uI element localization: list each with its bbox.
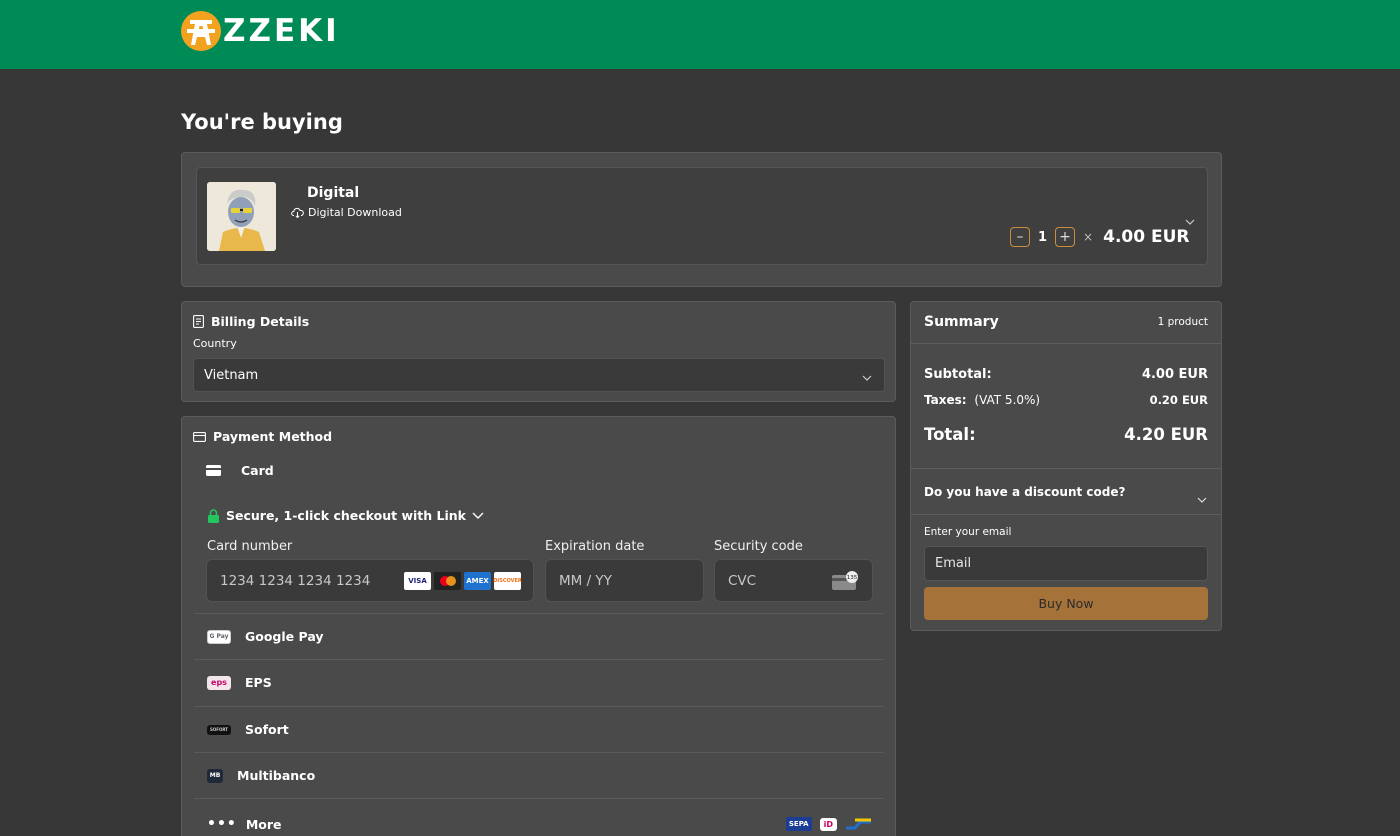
product-card[interactable]: Digital Digital Download – 1 + × 4.00 EU…: [196, 167, 1208, 265]
discover-icon: DISCOVER: [493, 572, 522, 590]
more-payment-methods-button[interactable]: ••• More: [207, 816, 282, 832]
unit-price: 4.00 EUR: [1103, 227, 1190, 247]
card-number-input[interactable]: 1234 1234 1234 1234 VISA AMEX DISCOVER: [206, 559, 534, 602]
sofort-icon: SOFORT: [207, 724, 231, 735]
quantity-value: 1: [1038, 229, 1048, 245]
card-label: Card: [241, 463, 274, 478]
chevron-down-icon: [472, 512, 484, 519]
country-select[interactable]: Vietnam: [193, 358, 885, 392]
product-count: 1 product: [1157, 316, 1208, 328]
lock-icon: [208, 508, 219, 523]
divider: [911, 514, 1221, 515]
sepa-icon: SEPA: [785, 817, 812, 831]
product-delivery: Digital Download: [291, 206, 402, 219]
google-pay-label: Google Pay: [245, 629, 324, 644]
card-number-label: Card number: [207, 539, 293, 554]
visa-icon: VISA: [404, 572, 431, 590]
page-title: You're buying: [181, 110, 343, 134]
expiry-label: Expiration date: [545, 539, 645, 554]
email-field[interactable]: Email: [924, 546, 1208, 581]
times-sign: ×: [1083, 230, 1094, 244]
subtotal-row: Subtotal: 4.00 EUR: [924, 367, 1208, 382]
discount-toggle[interactable]: Do you have a discount code?: [924, 485, 1125, 499]
summary-title: Summary: [924, 314, 999, 330]
subtotal-value: 4.00 EUR: [1141, 367, 1208, 382]
chevron-down-icon[interactable]: [1185, 210, 1195, 229]
cvc-label: Security code: [714, 539, 803, 554]
ideal-icon: iD: [819, 817, 837, 831]
brand-wordmark: ZZEKI: [223, 12, 340, 49]
email-label: Enter your email: [924, 526, 1012, 538]
logo-badge-icon: [181, 11, 221, 51]
increase-quantity-button[interactable]: +: [1055, 227, 1076, 247]
taxes-value: 0.20 EUR: [1149, 393, 1208, 407]
order-summary: Summary 1 product Subtotal: 4.00 EUR Tax…: [910, 301, 1222, 631]
mastercard-icon: [434, 572, 461, 590]
payment-section: Payment Method Card Secure, 1-click chec…: [181, 416, 896, 836]
product-section: Digital Digital Download – 1 + × 4.00 EU…: [181, 152, 1222, 287]
billing-heading: Billing Details: [193, 314, 309, 329]
product-name: Digital: [307, 185, 360, 201]
ellipsis-icon: •••: [207, 816, 237, 832]
credit-card-icon: [193, 431, 206, 442]
sofort-label: Sofort: [245, 722, 289, 737]
amex-icon: AMEX: [464, 572, 491, 590]
taxes-label: Taxes:: [924, 393, 967, 407]
cvc-input[interactable]: CVC 135: [714, 559, 873, 602]
payment-option-google-pay[interactable]: G Pay Google Pay: [194, 613, 884, 659]
link-checkout-toggle[interactable]: Secure, 1-click checkout with Link: [207, 508, 484, 523]
payment-option-card[interactable]: Card: [206, 463, 274, 478]
cvc-card-icon: 135: [832, 571, 859, 595]
payment-option-sofort[interactable]: SOFORT Sofort: [194, 706, 884, 752]
total-label: Total:: [924, 425, 976, 444]
more-label: More: [245, 816, 282, 832]
eps-icon: eps: [207, 675, 231, 690]
expiry-input[interactable]: MM / YY: [545, 559, 704, 602]
link-label: Secure, 1-click checkout with Link: [226, 508, 466, 523]
eps-label: EPS: [245, 675, 272, 690]
cvc-hint-text: 135: [847, 575, 858, 581]
google-pay-icon: G Pay: [207, 629, 231, 644]
payment-option-eps[interactable]: eps EPS: [194, 659, 884, 705]
brand-logo[interactable]: ZZEKI: [181, 9, 340, 53]
document-icon: [193, 315, 204, 328]
divider: [911, 343, 1221, 344]
billing-heading-text: Billing Details: [211, 314, 310, 329]
more-method-icons: SEPA iD: [785, 817, 872, 831]
taxes-detail: (VAT 5.0%): [974, 393, 1041, 407]
top-bar: ZZEKI: [0, 0, 1400, 69]
multibanco-icon: MB: [207, 768, 223, 783]
payment-option-multibanco[interactable]: MB Multibanco: [194, 752, 884, 798]
cloud-download-icon: [291, 207, 304, 218]
billing-section: Billing Details Country Vietnam: [181, 301, 896, 402]
expiry-placeholder: MM / YY: [559, 573, 612, 589]
subtotal-label: Subtotal:: [924, 367, 992, 382]
bancontact-icon: [846, 818, 871, 830]
decrease-quantity-button[interactable]: –: [1010, 227, 1030, 247]
total-value: 4.20 EUR: [1124, 425, 1208, 444]
country-label: Country: [193, 337, 237, 350]
divider: [194, 798, 884, 799]
quantity-stepper: – 1 + × 4.00 EUR: [1010, 227, 1189, 247]
multibanco-label: Multibanco: [237, 768, 316, 783]
taxes-row: Taxes: (VAT 5.0%) 0.20 EUR: [924, 393, 1208, 407]
product-thumbnail: [207, 182, 276, 251]
chevron-down-icon: [862, 370, 872, 385]
divider: [911, 468, 1221, 469]
country-value: Vietnam: [204, 368, 259, 383]
chevron-down-icon[interactable]: [1197, 488, 1207, 507]
card-brands: VISA AMEX DISCOVER: [404, 572, 522, 590]
buy-now-button[interactable]: Buy Now: [924, 587, 1208, 620]
payment-heading-text: Payment Method: [213, 429, 333, 444]
email-placeholder: Email: [935, 556, 972, 571]
total-row: Total: 4.20 EUR: [924, 425, 1208, 444]
cvc-placeholder: CVC: [728, 573, 757, 589]
payment-heading: Payment Method: [193, 429, 332, 444]
delivery-label: Digital Download: [308, 206, 402, 219]
card-icon: [206, 465, 221, 476]
card-number-placeholder: 1234 1234 1234 1234: [220, 573, 371, 589]
